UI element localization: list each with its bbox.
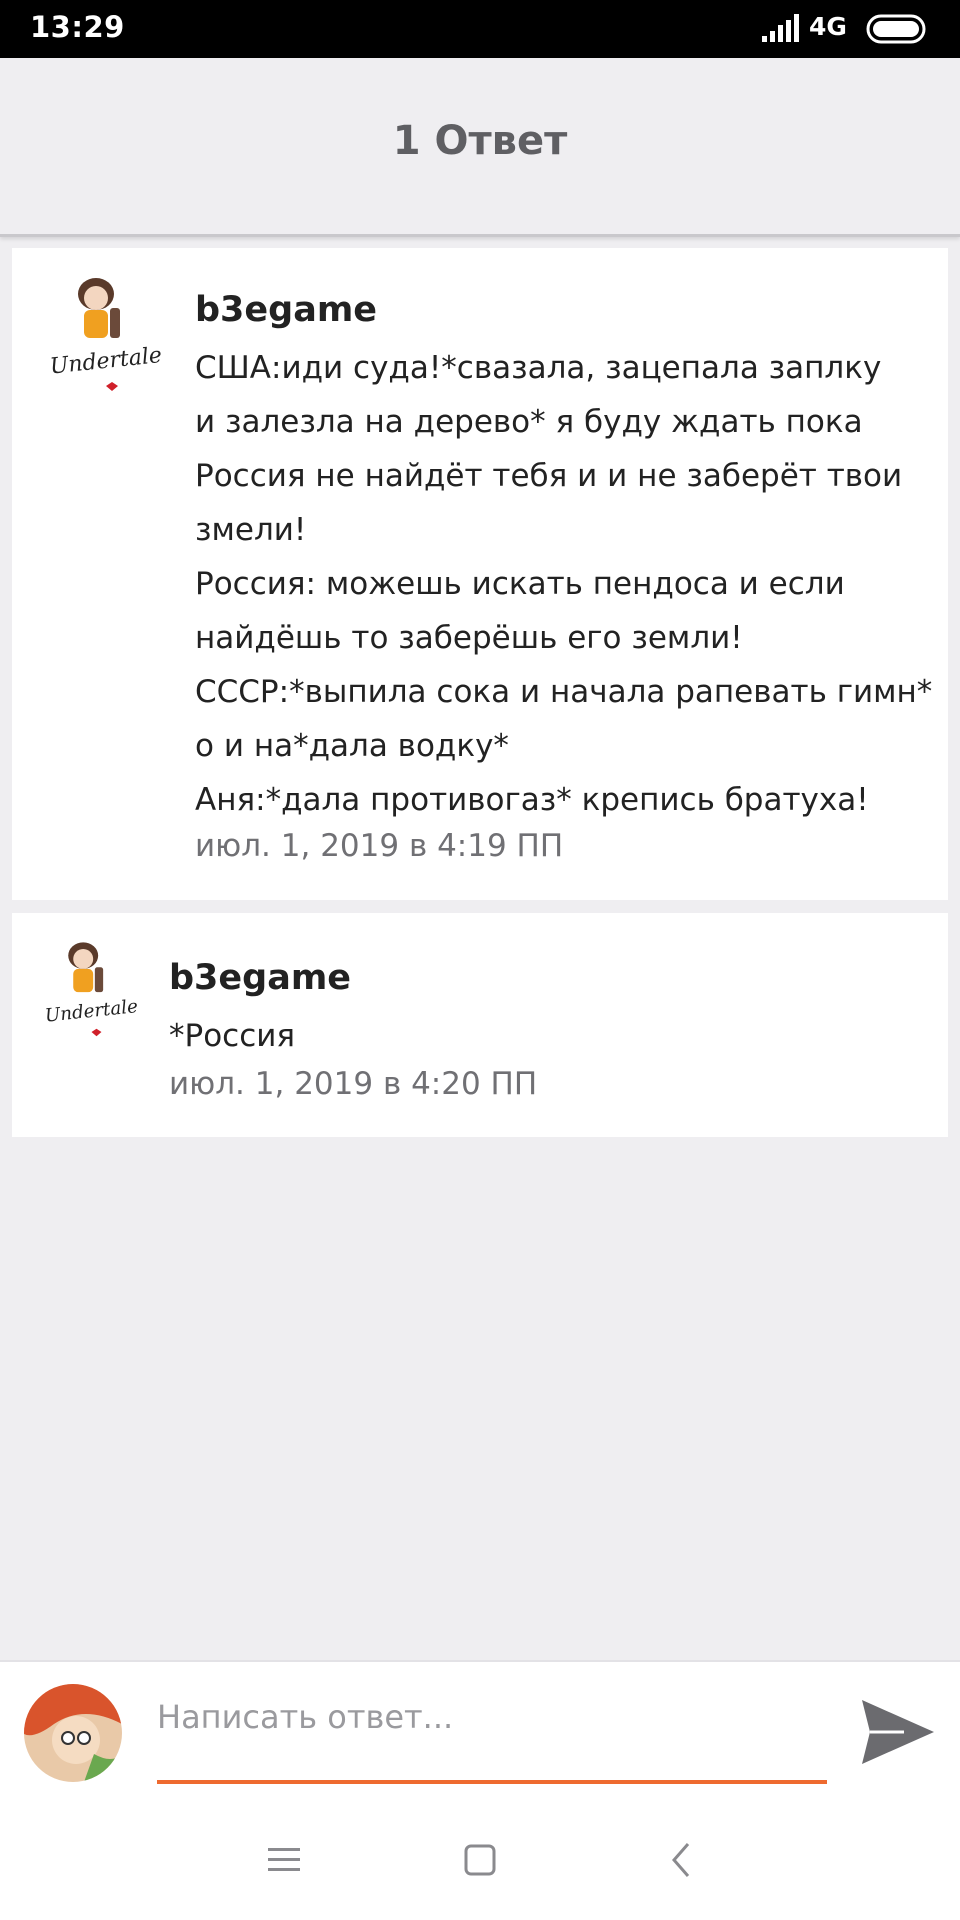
reply-message-line: найдёшь то заберёшь его земли! [195, 620, 743, 656]
network-type: 4G [809, 12, 847, 41]
page-title: 1 Ответ [392, 118, 568, 164]
home-icon[interactable] [460, 1840, 500, 1880]
menu-icon[interactable] [264, 1840, 304, 1880]
reply-message-line: *Россия [169, 1018, 296, 1054]
reply-message-line: Россия: можешь искать пендоса и если [195, 566, 845, 602]
send-icon[interactable] [860, 1698, 936, 1766]
status-time: 13:29 [30, 10, 125, 44]
user-avatar[interactable]: Undertale [44, 274, 174, 404]
user-avatar[interactable] [24, 1684, 122, 1782]
reply-timestamp: июл. 1, 2019 в 4:19 ПП [195, 828, 564, 864]
signal-icon [762, 14, 799, 42]
reply-composer [0, 1660, 960, 1804]
avatar-logo-text: Undertale [49, 343, 163, 380]
reply-timestamp: июл. 1, 2019 в 4:20 ПП [169, 1066, 538, 1102]
page-header: 1 Ответ [0, 58, 960, 237]
reply-card: Undertale b3egame *Россия июл. 1, 2019 в… [12, 913, 948, 1137]
reply-username[interactable]: b3egame [169, 958, 351, 998]
user-avatar[interactable]: Undertale [40, 939, 148, 1047]
system-nav-bar [0, 1802, 960, 1920]
reply-message-line: и залезла на дерево* я буду ждать пока [195, 404, 863, 440]
reply-input[interactable] [157, 1692, 827, 1742]
reply-message-line: СССР:*выпила сока и начала рапевать гимн… [195, 674, 933, 710]
reply-message-line: Россия не найдёт тебя и и не заберёт тво… [195, 458, 903, 494]
reply-message-line: Аня:*дала противогаз* крепись братуха! [195, 782, 869, 818]
reply-message-line: змели! [195, 512, 307, 548]
reply-card: Undertale b3egame США:иди суда!*свазала,… [12, 248, 948, 900]
reply-message-line: США:иди суда!*свазала, зацепала заплку [195, 350, 882, 386]
reply-message-line: о и на*дала водку* [195, 728, 509, 764]
reply-username[interactable]: b3egame [195, 290, 377, 330]
battery-icon [866, 14, 926, 44]
reply-input-underline [157, 1780, 827, 1784]
status-bar: 13:29 4G [0, 0, 960, 58]
avatar-logo-text: Undertale [44, 996, 139, 1027]
back-icon[interactable] [662, 1840, 702, 1880]
